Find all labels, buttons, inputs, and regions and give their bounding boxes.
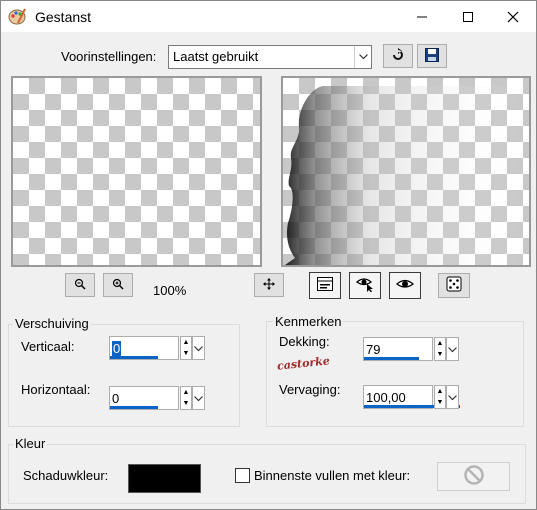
blur-stepper[interactable]: ▲ ▼ [434,385,446,409]
opacity-slider-bar[interactable] [364,357,419,360]
vertical-stepper[interactable]: ▲ ▼ [180,336,192,360]
zoom-in-button[interactable] [103,273,133,297]
original-preview[interactable] [11,76,262,267]
horizontal-stepper[interactable]: ▲ ▼ [180,386,192,410]
horizontal-spinner[interactable]: 0 ▲ ▼ [109,386,205,413]
chevron-down-icon [194,391,203,405]
horizontal-value: 0 [112,391,120,406]
vertical-slider-bar[interactable] [110,356,158,359]
zoom-out-button[interactable] [65,273,95,297]
close-icon [507,11,519,23]
opacity-input[interactable]: 79 [363,337,433,361]
minimize-button[interactable] [399,1,445,32]
fill-inside-label: Binnenste vullen met kleur: [254,468,411,483]
blur-value: 100,00 [366,390,406,405]
reset-preset-button[interactable] [383,44,413,68]
opacity-label: Dekking: [279,334,330,349]
vertical-input[interactable]: 0 [109,336,179,360]
vertical-spinner[interactable]: 0 ▲ ▼ [109,336,205,363]
move-arrows-icon [263,277,275,293]
save-preset-button[interactable] [417,44,447,68]
blur-label: Vervaging: [279,382,341,397]
shadow-preview-shape [285,86,529,265]
blur-input[interactable]: 100,00 [363,385,460,409]
zoom-out-icon [74,278,86,293]
dialog-window: Gestanst Voorinstellingen: Laatst gebrui… [0,0,537,510]
opacity-dropdown[interactable] [446,337,459,361]
eye-icon [396,278,414,293]
auto-proof-toggle[interactable] [349,272,381,299]
title-bar[interactable]: Gestanst [1,1,536,32]
chevron-down-icon [448,390,457,404]
proof-toggle[interactable] [309,272,341,299]
blur-spinner[interactable]: 100,00 ▲ ▼ [363,385,460,412]
vertical-value: 0 [112,341,122,356]
chevron-down-icon [448,342,457,356]
offset-group-title: Verschuiving [13,316,91,331]
fill-color-button[interactable] [437,462,510,491]
vertical-dropdown[interactable] [192,336,205,360]
presets-dropdown[interactable]: Laatst gebruikt [168,45,372,69]
window-title: Gestanst [35,9,92,25]
no-color-icon [463,464,485,489]
dice-icon [446,276,462,295]
opacity-stepper[interactable]: ▲ ▼ [434,337,446,361]
chevron-down-icon [194,341,203,355]
shadow-color-label: Schaduwkleur: [23,468,109,483]
horizontal-input[interactable]: 0 [109,386,179,410]
horizontal-label: Horizontaal: [21,382,91,397]
attributes-group-title: Kenmerken [273,314,344,329]
chevron-down-icon [354,46,371,68]
pan-button[interactable] [254,273,284,297]
reset-arrow-icon [390,47,406,65]
zoom-in-icon [112,278,124,293]
horizontal-dropdown[interactable] [192,386,205,410]
eye-cursor-icon [356,276,374,295]
blur-dropdown[interactable] [446,385,459,409]
maximize-icon [462,11,474,23]
presets-label: Voorinstellingen: [61,49,157,64]
floppy-disk-icon [425,47,439,65]
close-button[interactable] [490,1,536,32]
opacity-spinner[interactable]: 79 ▲ ▼ [363,337,459,364]
presets-value: Laatst gebruikt [173,49,259,64]
fill-inside-checkbox[interactable] [235,468,250,483]
shadow-color-swatch[interactable] [128,464,201,493]
color-group-title: Kleur [13,436,48,451]
randomize-button[interactable] [438,273,470,298]
maximize-button[interactable] [445,1,491,32]
vertical-label: Verticaal: [21,339,75,354]
opacity-value: 79 [366,342,381,357]
layout-icon [317,277,333,294]
minimize-icon [416,11,428,23]
zoom-level: 100% [153,283,187,298]
horizontal-slider-bar[interactable] [110,406,158,409]
result-preview[interactable] [281,76,531,267]
preview-on-image-toggle[interactable] [389,272,421,299]
app-palette-icon [8,7,26,25]
